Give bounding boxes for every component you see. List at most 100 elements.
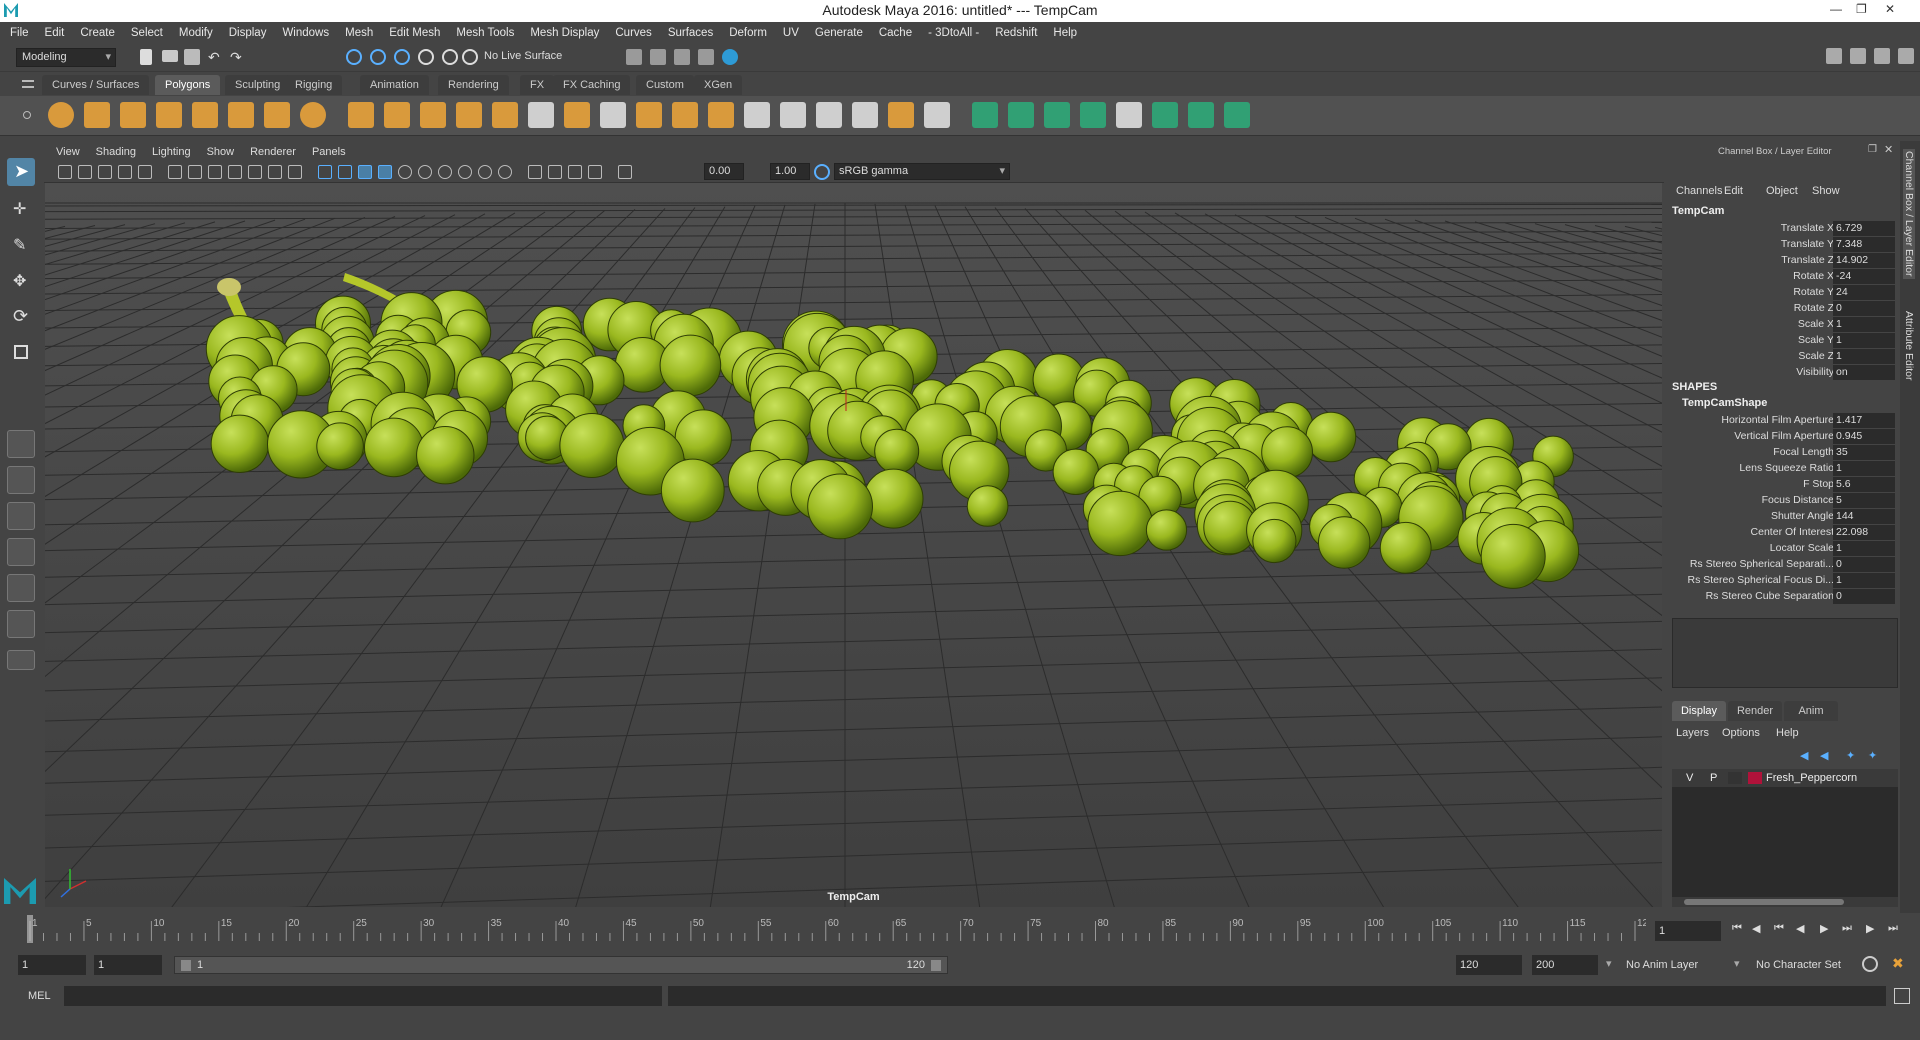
layer-tab-anim[interactable]: Anim bbox=[1784, 701, 1838, 721]
mirror-icon[interactable] bbox=[564, 102, 590, 128]
anim-layer-label[interactable]: No Anim Layer bbox=[1626, 959, 1698, 971]
shape-channel-row[interactable]: Vertical Film Aperture 0.945 bbox=[1668, 429, 1900, 445]
paint-select-icon[interactable] bbox=[394, 49, 410, 65]
four-view-layout-icon[interactable] bbox=[7, 466, 35, 494]
shelf-tab-rigging[interactable]: Rigging bbox=[285, 75, 343, 95]
poly-pyramid-icon[interactable] bbox=[264, 102, 290, 128]
exposure-field[interactable]: 0.00 bbox=[704, 163, 744, 180]
grease-pencil-icon[interactable] bbox=[138, 165, 152, 179]
rotate-tool-icon[interactable]: ⟳ bbox=[7, 304, 35, 332]
shaded-wireframe-icon[interactable] bbox=[378, 165, 392, 179]
panel-menu-renderer[interactable]: Renderer bbox=[242, 141, 304, 163]
poly-plane-icon[interactable] bbox=[192, 102, 218, 128]
average-vertices-icon[interactable] bbox=[528, 102, 554, 128]
gate-mask-icon[interactable] bbox=[228, 165, 242, 179]
anti-aliasing-icon[interactable] bbox=[498, 165, 512, 179]
shape-channel-row[interactable]: Shutter Angle 144 bbox=[1668, 509, 1900, 525]
grid-icon[interactable] bbox=[168, 165, 182, 179]
channel-value[interactable]: 7.348 bbox=[1833, 237, 1895, 252]
channel-value[interactable]: 1 bbox=[1833, 317, 1895, 332]
save-scene-icon[interactable] bbox=[184, 49, 200, 65]
scale-tool-icon[interactable] bbox=[7, 340, 35, 368]
poly-cube-icon[interactable] bbox=[84, 102, 110, 128]
shape-channel-value[interactable]: 1 bbox=[1833, 461, 1895, 476]
shape-channel-row[interactable]: Focus Distance 5 bbox=[1668, 493, 1900, 509]
step-back-frame-icon[interactable]: ◀ bbox=[1752, 922, 1760, 935]
hypershade-icon[interactable] bbox=[722, 49, 738, 65]
shelf-tab-fx-caching[interactable]: FX Caching bbox=[553, 75, 631, 95]
automatic-uv-icon[interactable] bbox=[1080, 102, 1106, 128]
shelf-tab-polygons[interactable]: Polygons bbox=[155, 75, 221, 95]
append-polygon-icon[interactable] bbox=[744, 102, 770, 128]
toggle-attribute-editor-icon[interactable] bbox=[1874, 48, 1890, 64]
play-backwards-icon[interactable]: ◀ bbox=[1796, 922, 1804, 935]
channel-value[interactable]: 1 bbox=[1833, 349, 1895, 364]
undo-icon[interactable]: ↶ bbox=[208, 49, 224, 65]
bookmark-icon[interactable] bbox=[98, 165, 112, 179]
channel-value[interactable]: 6.729 bbox=[1833, 221, 1895, 236]
xray-icon[interactable] bbox=[548, 165, 562, 179]
shelf-tab-sculpting[interactable]: Sculpting bbox=[225, 75, 291, 95]
shape-channel-row[interactable]: Lens Squeeze Ratio 1 bbox=[1668, 461, 1900, 477]
hypershade-persp-layout-icon[interactable] bbox=[7, 574, 35, 602]
shape-channel-value[interactable]: 22.098 bbox=[1833, 525, 1895, 540]
side-tab-attribute-editor[interactable]: Attribute Editor bbox=[1903, 311, 1915, 380]
planar-uv-icon[interactable] bbox=[972, 102, 998, 128]
layer-scrollbar[interactable] bbox=[1672, 897, 1898, 907]
shape-channel-row[interactable]: Locator Scale 1 bbox=[1668, 541, 1900, 557]
select-camera-icon[interactable] bbox=[58, 165, 72, 179]
render-view-icon[interactable] bbox=[626, 49, 642, 65]
channel-value[interactable]: 0 bbox=[1833, 301, 1895, 316]
layer-playback-toggle[interactable]: P bbox=[1710, 772, 1717, 784]
booleans-icon[interactable] bbox=[456, 102, 482, 128]
panel-menu-panels[interactable]: Panels bbox=[304, 141, 354, 163]
spherical-uv-icon[interactable] bbox=[1044, 102, 1070, 128]
shape-channel-row[interactable]: Center Of Interest 22.098 bbox=[1668, 525, 1900, 541]
close-icon[interactable]: ✕ bbox=[1885, 2, 1895, 16]
exposure-icon[interactable] bbox=[618, 165, 632, 179]
shelf-tab-xgen[interactable]: XGen bbox=[694, 75, 743, 95]
render-settings-icon[interactable] bbox=[698, 49, 714, 65]
default-material-icon[interactable] bbox=[358, 165, 372, 179]
shelf-tab-rendering[interactable]: Rendering bbox=[438, 75, 509, 95]
textured-icon[interactable] bbox=[398, 165, 412, 179]
toggle-modeling-toolkit-icon[interactable] bbox=[1850, 48, 1866, 64]
ipr-render-icon[interactable] bbox=[674, 49, 690, 65]
film-gate-icon[interactable] bbox=[188, 165, 202, 179]
playback-start-field[interactable]: 1 bbox=[94, 955, 162, 975]
custom-layout-icon[interactable] bbox=[7, 650, 35, 670]
range-start-handle[interactable] bbox=[181, 960, 191, 971]
play-forwards-icon[interactable]: ▶ bbox=[1820, 922, 1828, 935]
animation-preferences-icon[interactable]: ✖ bbox=[1892, 955, 1904, 972]
safe-action-icon[interactable] bbox=[268, 165, 282, 179]
menu-display[interactable]: Display bbox=[221, 22, 275, 44]
channel-row[interactable]: Rotate Y 24 bbox=[1668, 285, 1900, 301]
shape-channel-value[interactable]: 0.945 bbox=[1833, 429, 1895, 444]
bridge-icon[interactable] bbox=[636, 102, 662, 128]
panel-menu-view[interactable]: View bbox=[48, 141, 88, 163]
snap-point-icon[interactable] bbox=[462, 49, 478, 65]
close-panel-icon[interactable]: ✕ bbox=[1884, 143, 1893, 156]
shape-channel-value[interactable]: 5 bbox=[1833, 493, 1895, 508]
float-panel-icon[interactable]: ❐ bbox=[1868, 144, 1877, 155]
menu-deform[interactable]: Deform bbox=[721, 22, 775, 44]
menu-select[interactable]: Select bbox=[123, 22, 171, 44]
step-forward-frame-icon[interactable]: ▶ bbox=[1866, 922, 1874, 935]
isolate-select-icon[interactable] bbox=[528, 165, 542, 179]
menu-modify[interactable]: Modify bbox=[171, 22, 221, 44]
persp-outliner-layout-icon[interactable] bbox=[7, 502, 35, 530]
menu-curves[interactable]: Curves bbox=[607, 22, 659, 44]
shelf-tab-custom[interactable]: Custom bbox=[636, 75, 694, 95]
field-chart-icon[interactable] bbox=[248, 165, 262, 179]
auto-key-icon[interactable] bbox=[1862, 956, 1878, 972]
live-surface-field[interactable]: No Live Surface bbox=[484, 50, 562, 62]
poly-cylinder-icon[interactable] bbox=[120, 102, 146, 128]
layer-tab-render[interactable]: Render bbox=[1728, 701, 1782, 721]
motion-blur-icon[interactable] bbox=[478, 165, 492, 179]
shape-channel-value[interactable]: 1.417 bbox=[1833, 413, 1895, 428]
menu-mesh-tools[interactable]: Mesh Tools bbox=[448, 22, 522, 44]
layer-color-swatch[interactable] bbox=[1748, 772, 1762, 784]
chevron-down-icon[interactable]: ▾ bbox=[1606, 957, 1612, 970]
layer-visibility-toggle[interactable]: V bbox=[1686, 772, 1693, 784]
channel-row[interactable]: Rotate Z0 bbox=[1668, 301, 1900, 317]
